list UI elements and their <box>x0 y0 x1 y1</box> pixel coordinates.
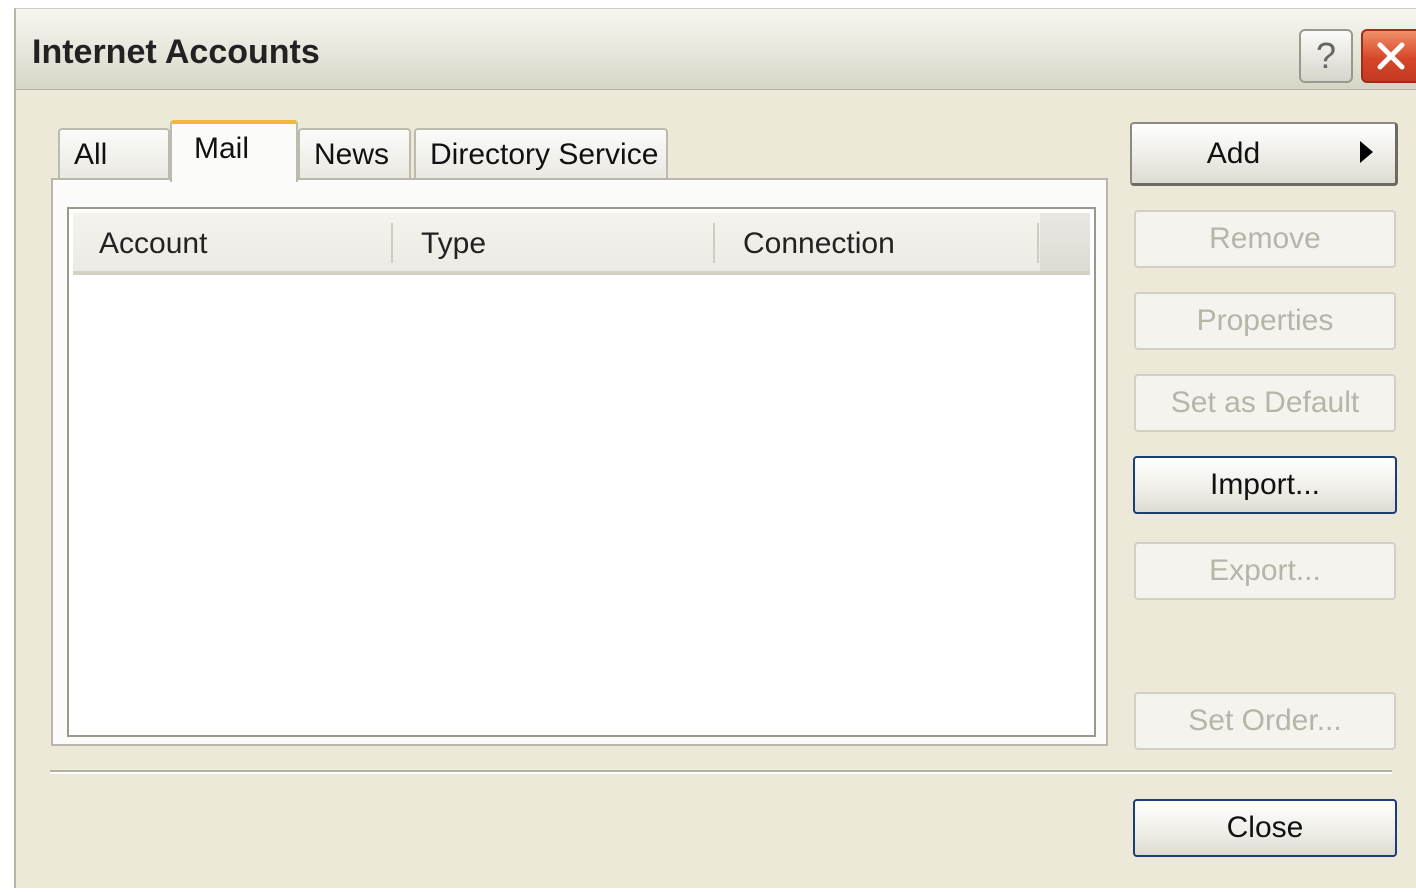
remove-button[interactable]: Remove <box>1134 210 1396 268</box>
column-header-connection[interactable]: Connection <box>717 213 1039 271</box>
tab-all[interactable]: All <box>58 128 170 180</box>
add-button[interactable]: Add <box>1130 122 1398 186</box>
submenu-arrow-icon <box>1360 141 1373 163</box>
window-title: Internet Accounts <box>32 33 320 71</box>
column-separator[interactable] <box>1037 223 1039 263</box>
tab-mail[interactable]: Mail <box>170 120 298 182</box>
help-icon: ? <box>1315 35 1337 76</box>
tab-news[interactable]: News <box>298 128 411 180</box>
help-button[interactable]: ? <box>1299 29 1353 83</box>
header-filler <box>1040 213 1090 271</box>
add-button-label: Add <box>1206 137 1261 170</box>
column-header-type[interactable]: Type <box>395 213 717 271</box>
export-button[interactable]: Export... <box>1134 542 1396 600</box>
accounts-list[interactable]: Account Type Connection <box>67 207 1096 737</box>
title-bar[interactable]: Internet Accounts ? <box>16 9 1416 90</box>
column-separator[interactable] <box>391 223 393 263</box>
separator-line <box>50 770 1392 774</box>
set-as-default-button[interactable]: Set as Default <box>1134 374 1396 432</box>
set-order-button[interactable]: Set Order... <box>1134 692 1396 750</box>
close-x-icon <box>1377 42 1405 70</box>
properties-button[interactable]: Properties <box>1134 292 1396 350</box>
tab-directory-service[interactable]: Directory Service <box>414 128 668 180</box>
column-header-account[interactable]: Account <box>73 213 395 271</box>
column-separator[interactable] <box>713 223 715 263</box>
window-close-button[interactable] <box>1361 29 1416 83</box>
close-button[interactable]: Close <box>1133 799 1397 857</box>
import-button[interactable]: Import... <box>1133 456 1397 514</box>
list-header: Account Type Connection <box>73 213 1090 275</box>
